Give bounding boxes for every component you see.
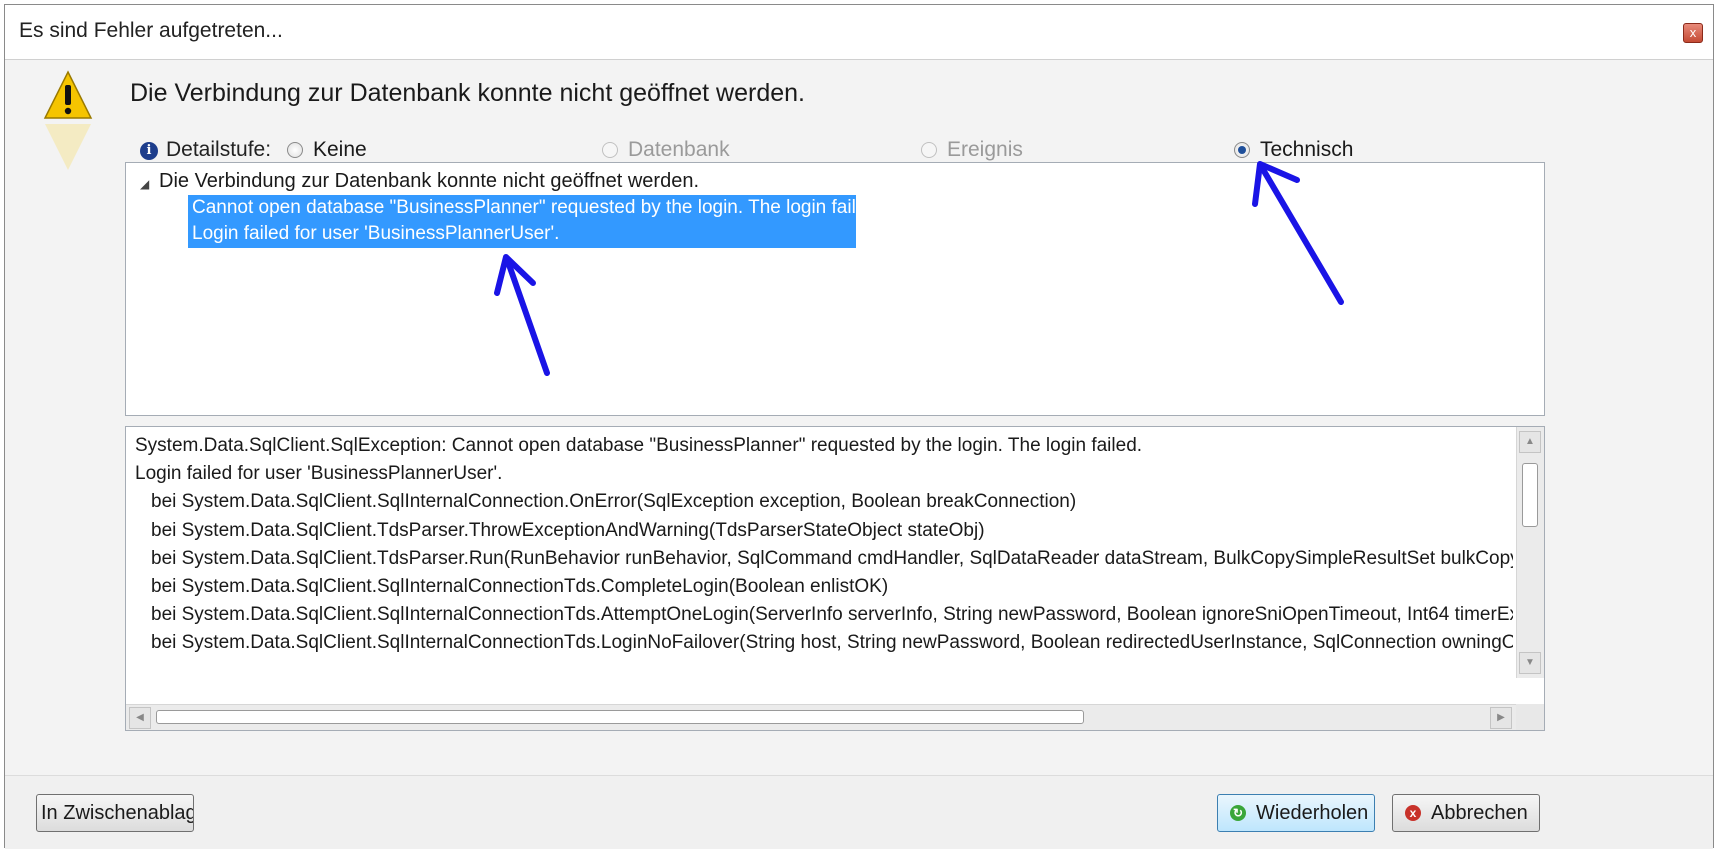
retry-button-label: Wiederholen: [1256, 802, 1369, 824]
error-dialog: Es sind Fehler aufgetreten... x Die Verb…: [4, 4, 1714, 849]
radio-keine[interactable]: [287, 142, 303, 158]
close-button[interactable]: x: [1683, 23, 1703, 43]
trace-line: bei System.Data.SqlClient.SqlInternalCon…: [151, 604, 1513, 626]
trace-line: bei System.Data.SqlClient.SqlInternalCon…: [151, 576, 889, 598]
trace-line: System.Data.SqlClient.SqlException: Cann…: [135, 435, 1143, 456]
vertical-scrollbar[interactable]: ▲ ▼: [1516, 427, 1544, 678]
tree-selected-item[interactable]: Cannot open database "BusinessPlanner" r…: [188, 195, 856, 248]
scroll-left-button[interactable]: ◀: [129, 707, 151, 729]
trace-line: Login failed for user 'BusinessPlannerUs…: [135, 463, 503, 485]
error-headline: Die Verbindung zur Datenbank konnte nich…: [130, 79, 805, 107]
warning-icon: [43, 70, 93, 170]
collapse-triangle-icon[interactable]: ◢: [140, 177, 149, 191]
button-bar: In Zwischenablage ↻ Wiederholen x Abbrec…: [5, 775, 1713, 849]
radio-ereignis[interactable]: [921, 142, 937, 158]
trace-line: bei System.Data.SqlClient.SqlInternalCon…: [151, 632, 1513, 654]
dialog-content: Die Verbindung zur Datenbank konnte nich…: [5, 60, 1713, 775]
cancel-button-label: Abbrechen: [1431, 802, 1528, 824]
tree-selected-line: Login failed for user 'BusinessPlannerUs…: [192, 223, 560, 244]
retry-button[interactable]: ↻ Wiederholen: [1217, 794, 1375, 832]
horizontal-scrollbar[interactable]: ◀ ▶: [126, 704, 1517, 730]
radio-label-datenbank: Datenbank: [628, 138, 730, 161]
copy-button-label: In Zwischenablage: [41, 802, 194, 824]
trace-line: bei System.Data.SqlClient.SqlInternalCon…: [151, 491, 1077, 513]
scrollbar-corner: [1516, 704, 1544, 730]
vertical-scroll-thumb[interactable]: [1522, 463, 1538, 527]
cancel-button[interactable]: x Abbrechen: [1392, 794, 1540, 832]
trace-line: bei System.Data.SqlClient.TdsParser.Run(…: [151, 547, 1513, 569]
detail-level-label: Detailstufe:: [166, 138, 272, 161]
scroll-up-button[interactable]: ▲: [1519, 431, 1541, 453]
window-title: Es sind Fehler aufgetreten...: [19, 19, 283, 42]
title-bar: Es sind Fehler aufgetreten... x: [5, 5, 1713, 60]
radio-label-keine: Keine: [313, 138, 367, 161]
radio-label-ereignis: Ereignis: [947, 138, 1023, 161]
trace-line: bei System.Data.SqlClient.TdsParser.Thro…: [151, 519, 985, 541]
annotation-arrow-icon: [494, 254, 550, 376]
stack-trace-textbox[interactable]: System.Data.SqlClient.SqlException: Cann…: [125, 426, 1545, 731]
cancel-icon: x: [1405, 805, 1421, 821]
horizontal-scroll-thumb[interactable]: [156, 710, 1084, 724]
tree-root-item[interactable]: Die Verbindung zur Datenbank konnte nich…: [159, 170, 699, 193]
tree-selected-line: Cannot open database "BusinessPlanner" r…: [192, 197, 856, 218]
copy-to-clipboard-button[interactable]: In Zwischenablage: [36, 794, 194, 832]
scroll-right-button[interactable]: ▶: [1490, 707, 1512, 729]
annotation-arrow-icon: [1252, 161, 1344, 305]
scroll-down-button[interactable]: ▼: [1519, 652, 1541, 674]
retry-icon: ↻: [1230, 805, 1246, 821]
radio-datenbank[interactable]: [602, 142, 618, 158]
stack-trace-text: System.Data.SqlClient.SqlException: Cann…: [135, 432, 1513, 682]
info-icon: i: [140, 142, 158, 160]
